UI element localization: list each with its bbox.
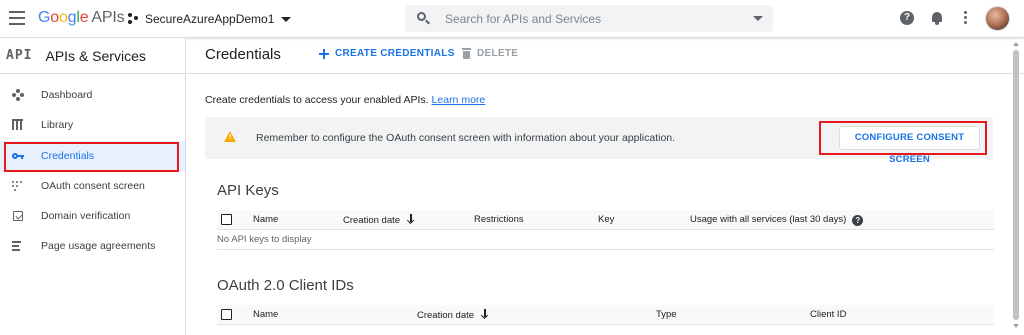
settings-list-icon (12, 240, 24, 252)
sort-arrow-down-icon (407, 214, 415, 224)
main-content: Credentials CREATE CREDENTIALS DELETE Cr… (187, 38, 1024, 335)
search-dropdown-icon[interactable] (753, 16, 763, 21)
sort-arrow-down-icon (481, 309, 489, 319)
api-logo-icon: API (6, 48, 33, 63)
sidebar-item-dashboard[interactable]: Dashboard (0, 80, 185, 110)
col-key[interactable]: Key (598, 214, 614, 225)
sidebar-item-credentials[interactable]: Credentials (0, 141, 185, 171)
create-credentials-label: CREATE CREDENTIALS (335, 48, 455, 59)
delete-button[interactable]: DELETE (462, 48, 518, 59)
create-credentials-button[interactable]: CREATE CREDENTIALS (319, 48, 455, 59)
project-name: SecureAzureAppDemo1 (145, 12, 275, 26)
sidebar: API APIs & Services Dashboard Library Cr… (0, 38, 186, 335)
intro-text: Create credentials to access your enable… (205, 94, 485, 106)
search-bar[interactable] (405, 5, 773, 32)
sidebar-item-label: Domain verification (41, 210, 131, 222)
google-apis-logo[interactable]: Google APIs (38, 9, 125, 27)
col-type[interactable]: Type (656, 309, 677, 320)
oauth-title: OAuth 2.0 Client IDs (217, 277, 354, 294)
dashboard-icon (12, 89, 24, 101)
consent-dots-icon (12, 180, 24, 192)
search-input[interactable] (445, 11, 745, 26)
banner-text: Remember to configure the OAuth consent … (256, 132, 676, 144)
project-selector[interactable]: SecureAzureAppDemo1 (128, 10, 292, 28)
help-circle-icon[interactable]: ? (852, 215, 864, 226)
sidebar-item-oauth-consent[interactable]: OAuth consent screen (0, 171, 185, 201)
page-header: Credentials CREATE CREDENTIALS DELETE (187, 38, 1024, 74)
intro-description: Create credentials to access your enable… (205, 94, 429, 106)
sidebar-item-label: Page usage agreements (41, 240, 156, 252)
empty-message-row: No API keys to display (217, 230, 994, 250)
search-icon (417, 11, 431, 26)
sidebar-item-label: Dashboard (41, 89, 93, 101)
project-dots-icon (128, 13, 140, 25)
scroll-down-arrow-icon[interactable] (1013, 324, 1019, 328)
warning-banner: ! Remember to configure the OAuth consen… (205, 117, 993, 165)
key-icon (12, 150, 24, 162)
col-name[interactable]: Name (253, 309, 278, 320)
col-name[interactable]: Name (253, 214, 278, 225)
checkbox-icon (13, 211, 23, 221)
more-vert-icon[interactable] (962, 11, 968, 25)
table-header: Name Creation date Restrictions Key Usag… (217, 210, 994, 230)
warning-icon: ! (224, 131, 236, 142)
sidebar-item-label: Credentials (41, 150, 95, 162)
empty-message: No API keys to display (217, 234, 312, 245)
sidebar-title: APIs & Services (45, 47, 146, 64)
page-title: Credentials (205, 46, 281, 63)
sidebar-item-library[interactable]: Library (0, 110, 185, 140)
oauth-table: Name Creation date Type Client ID (217, 305, 994, 325)
notifications-bell-icon[interactable] (930, 11, 944, 25)
chevron-down-icon (281, 16, 292, 22)
api-keys-title: API Keys (217, 182, 279, 199)
col-creation-date[interactable]: Creation date (343, 214, 415, 226)
top-bar: GoogleAPIs SecureAzureAppDemo1 ? (0, 0, 1024, 38)
select-all-checkbox[interactable] (221, 309, 232, 320)
avatar[interactable] (985, 6, 1010, 31)
col-creation-date[interactable]: Creation date (417, 309, 489, 321)
sidebar-item-label: Library (41, 119, 74, 131)
sidebar-header: API APIs & Services (0, 38, 185, 74)
table-header: Name Creation date Type Client ID (217, 305, 994, 325)
scrollbar[interactable] (1011, 40, 1021, 330)
col-client-id[interactable]: Client ID (810, 309, 846, 320)
col-restrictions[interactable]: Restrictions (474, 214, 524, 225)
delete-label: DELETE (477, 48, 519, 59)
scroll-thumb[interactable] (1013, 50, 1019, 320)
sidebar-item-page-usage[interactable]: Page usage agreements (0, 231, 185, 261)
scroll-up-arrow-icon[interactable] (1013, 42, 1019, 46)
select-all-checkbox[interactable] (221, 214, 232, 225)
configure-consent-screen-button[interactable]: CONFIGURE CONSENT SCREEN (839, 126, 980, 165)
help-icon[interactable]: ? (900, 11, 914, 25)
plus-icon (319, 48, 329, 59)
trash-icon (462, 48, 471, 59)
col-usage[interactable]: Usage with all services (last 30 days)? (690, 214, 864, 226)
api-keys-table: Name Creation date Restrictions Key Usag… (217, 210, 994, 250)
library-icon (12, 119, 24, 131)
learn-more-link[interactable]: Learn more (432, 94, 486, 106)
hamburger-menu-icon[interactable] (9, 11, 25, 25)
sidebar-item-domain-verification[interactable]: Domain verification (0, 201, 185, 231)
sidebar-item-label: OAuth consent screen (41, 180, 145, 192)
